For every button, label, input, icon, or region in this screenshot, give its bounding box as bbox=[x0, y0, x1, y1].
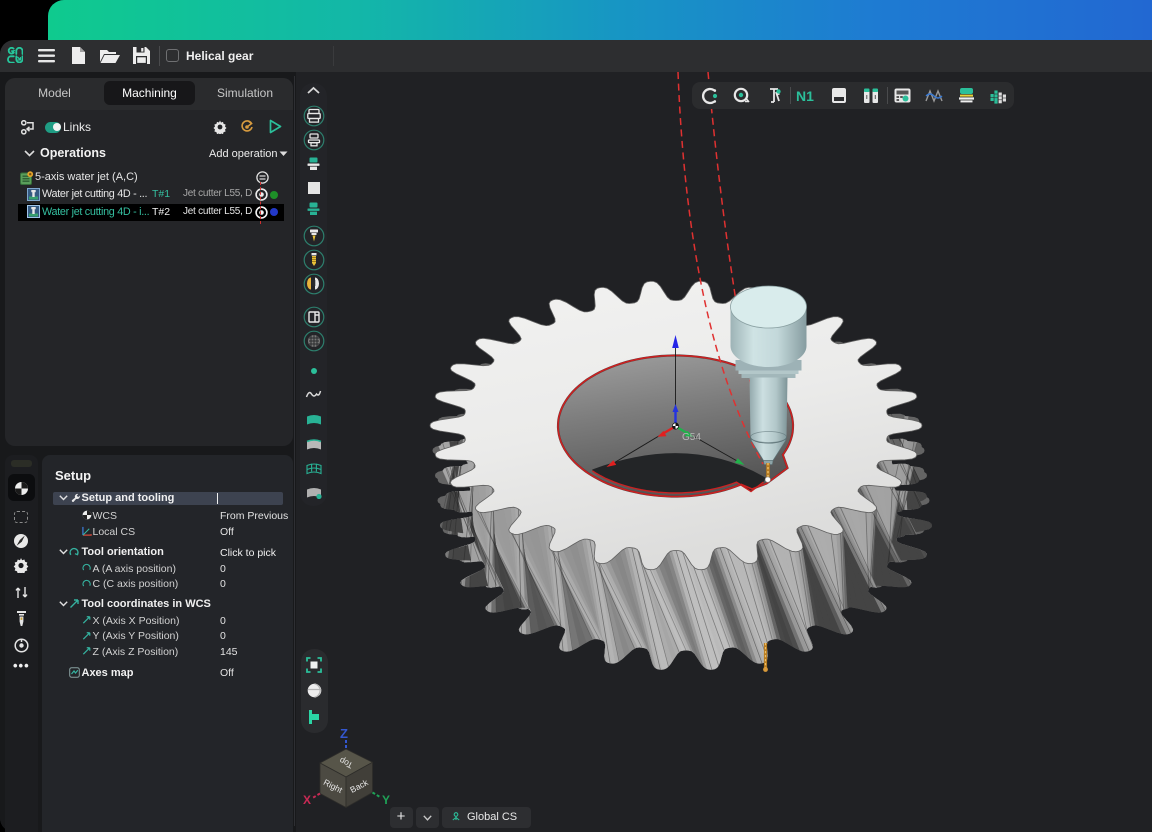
svg-text:N1: N1 bbox=[796, 89, 814, 103]
svg-text:X: X bbox=[303, 793, 311, 807]
svg-text:Y: Y bbox=[382, 793, 390, 807]
svg-text:Z: Z bbox=[340, 726, 348, 741]
svg-text:G54: G54 bbox=[682, 432, 701, 443]
